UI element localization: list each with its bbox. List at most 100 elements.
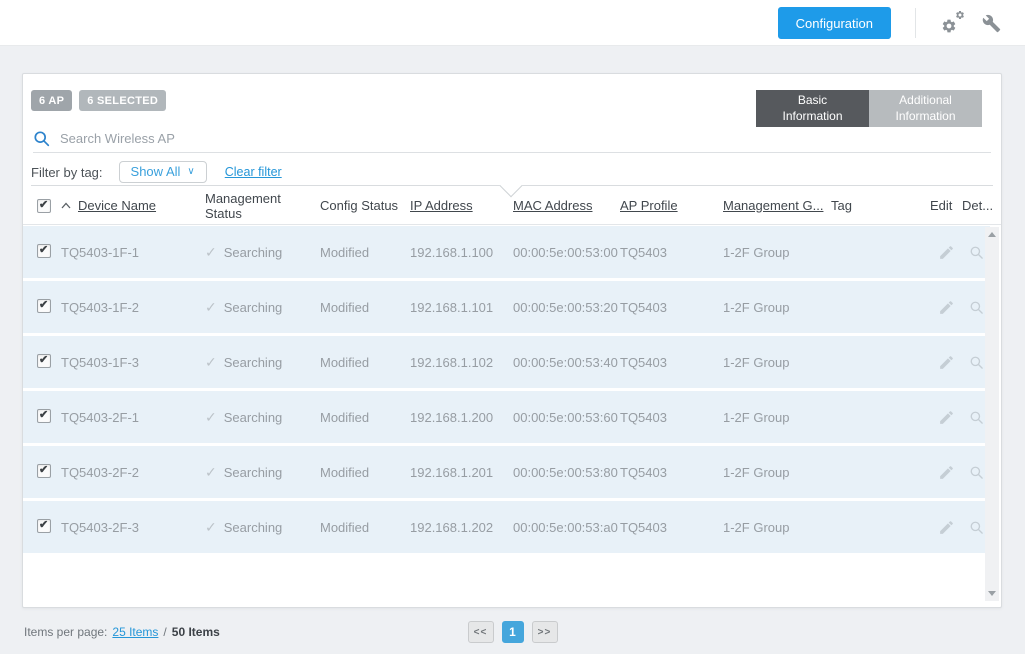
management-group-cell: 1-2F Group [723, 465, 831, 480]
device-name-cell: TQ5403-1F-3 [61, 355, 205, 370]
management-group-cell: 1-2F Group [723, 355, 831, 370]
pagination: << 1 >> [0, 621, 1025, 643]
edit-button[interactable] [930, 519, 962, 536]
table-row: TQ5403-2F-2 ✓ Searching Modified 192.168… [23, 446, 990, 498]
status-check-icon: ✓ [205, 409, 217, 426]
edit-button[interactable] [930, 409, 962, 426]
row-checkbox[interactable] [37, 519, 51, 533]
scroll-down-icon[interactable] [988, 591, 996, 596]
management-group-cell: 1-2F Group [723, 410, 831, 425]
column-tag: Tag [831, 198, 930, 213]
search-input[interactable] [60, 131, 991, 146]
column-device-name[interactable]: Device Name [61, 198, 205, 213]
select-all-cell [31, 199, 61, 213]
ip-address-cell: 192.168.1.102 [410, 355, 513, 370]
mac-address-cell: 00:00:5e:00:53:60 [513, 410, 620, 425]
device-name-cell: TQ5403-1F-2 [61, 300, 205, 315]
edit-button[interactable] [930, 354, 962, 371]
tag-filter-dropdown[interactable]: Show All ∨ [119, 161, 207, 183]
status-check-icon: ✓ [205, 519, 217, 536]
management-group-cell: 1-2F Group [723, 245, 831, 260]
search-icon [33, 130, 50, 147]
table-row: TQ5403-2F-1 ✓ Searching Modified 192.168… [23, 391, 990, 443]
pencil-icon [938, 244, 955, 261]
column-edit: Edit [930, 198, 962, 213]
config-status-cell: Modified [320, 520, 410, 535]
wireless-ap-panel: 6 AP 6 SELECTED Basic Information Additi… [22, 73, 1002, 608]
management-status-cell: ✓ Searching [205, 354, 320, 371]
column-config-status: Config Status [320, 198, 410, 213]
wrench-icon [982, 14, 1001, 33]
config-status-cell: Modified [320, 355, 410, 370]
row-checkbox[interactable] [37, 354, 51, 368]
ap-profile-cell: TQ5403 [620, 300, 723, 315]
topbar: Configuration [0, 0, 1025, 46]
column-management-status: Management Status [205, 191, 320, 221]
select-all-checkbox[interactable] [37, 199, 51, 213]
clear-filter-link[interactable]: Clear filter [225, 165, 282, 179]
table-row: TQ5403-1F-3 ✓ Searching Modified 192.168… [23, 336, 990, 388]
topbar-divider [915, 8, 916, 38]
scroll-up-icon[interactable] [988, 232, 996, 237]
management-status-cell: ✓ Searching [205, 299, 320, 316]
table-row: TQ5403-1F-1 ✓ Searching Modified 192.168… [23, 226, 990, 278]
magnifier-icon [969, 300, 984, 315]
status-check-icon: ✓ [205, 354, 217, 371]
edit-button[interactable] [930, 299, 962, 316]
management-group-cell: 1-2F Group [723, 300, 831, 315]
tab-basic-information[interactable]: Basic Information [756, 90, 869, 127]
status-check-icon: ✓ [205, 464, 217, 481]
magnifier-icon [969, 465, 984, 480]
ap-profile-cell: TQ5403 [620, 465, 723, 480]
pencil-icon [938, 519, 955, 536]
ap-profile-cell: TQ5403 [620, 410, 723, 425]
magnifier-icon [969, 410, 984, 425]
page-1-button[interactable]: 1 [502, 621, 524, 643]
magnifier-icon [969, 355, 984, 370]
column-details: Det... [962, 198, 990, 213]
ap-profile-cell: TQ5403 [620, 245, 723, 260]
next-page-button[interactable]: >> [532, 621, 558, 643]
column-management-group[interactable]: Management G... [723, 198, 831, 213]
pencil-icon [938, 299, 955, 316]
row-checkbox[interactable] [37, 299, 51, 313]
management-status-cell: ✓ Searching [205, 519, 320, 536]
ip-address-cell: 192.168.1.100 [410, 245, 513, 260]
configuration-button[interactable]: Configuration [778, 7, 891, 39]
management-status-cell: ✓ Searching [205, 464, 320, 481]
column-ip-address[interactable]: IP Address [410, 198, 513, 213]
ip-address-cell: 192.168.1.101 [410, 300, 513, 315]
ap-profile-cell: TQ5403 [620, 355, 723, 370]
management-group-cell: 1-2F Group [723, 520, 831, 535]
device-name-cell: TQ5403-2F-3 [61, 520, 205, 535]
table-body: TQ5403-1F-1 ✓ Searching Modified 192.168… [23, 226, 1001, 605]
previous-page-button[interactable]: << [468, 621, 494, 643]
status-check-icon: ✓ [205, 244, 217, 261]
ip-address-cell: 192.168.1.200 [410, 410, 513, 425]
config-status-cell: Modified [320, 410, 410, 425]
tools-button[interactable] [977, 10, 1005, 36]
row-checkbox[interactable] [37, 409, 51, 423]
column-mac-address[interactable]: MAC Address [513, 198, 620, 213]
footer: Items per page: 25 Items / 50 Items << 1… [0, 608, 1025, 654]
config-status-cell: Modified [320, 245, 410, 260]
config-status-cell: Modified [320, 465, 410, 480]
mac-address-cell: 00:00:5e:00:53:a0 [513, 520, 620, 535]
mac-address-cell: 00:00:5e:00:53:80 [513, 465, 620, 480]
row-checkbox[interactable] [37, 464, 51, 478]
search-bar [33, 124, 991, 153]
pencil-icon [938, 409, 955, 426]
edit-button[interactable] [930, 244, 962, 261]
pencil-icon [938, 464, 955, 481]
tab-additional-information[interactable]: Additional Information [869, 90, 982, 127]
info-tabs: Basic Information Additional Information [756, 90, 982, 127]
row-checkbox[interactable] [37, 244, 51, 258]
pencil-icon [938, 354, 955, 371]
mac-address-cell: 00:00:5e:00:53:00 [513, 245, 620, 260]
column-ap-profile[interactable]: AP Profile [620, 198, 723, 213]
edit-button[interactable] [930, 464, 962, 481]
ip-address-cell: 192.168.1.201 [410, 465, 513, 480]
settings-button[interactable] [939, 10, 967, 36]
vertical-scrollbar[interactable] [985, 227, 999, 601]
gears-icon [941, 12, 965, 34]
